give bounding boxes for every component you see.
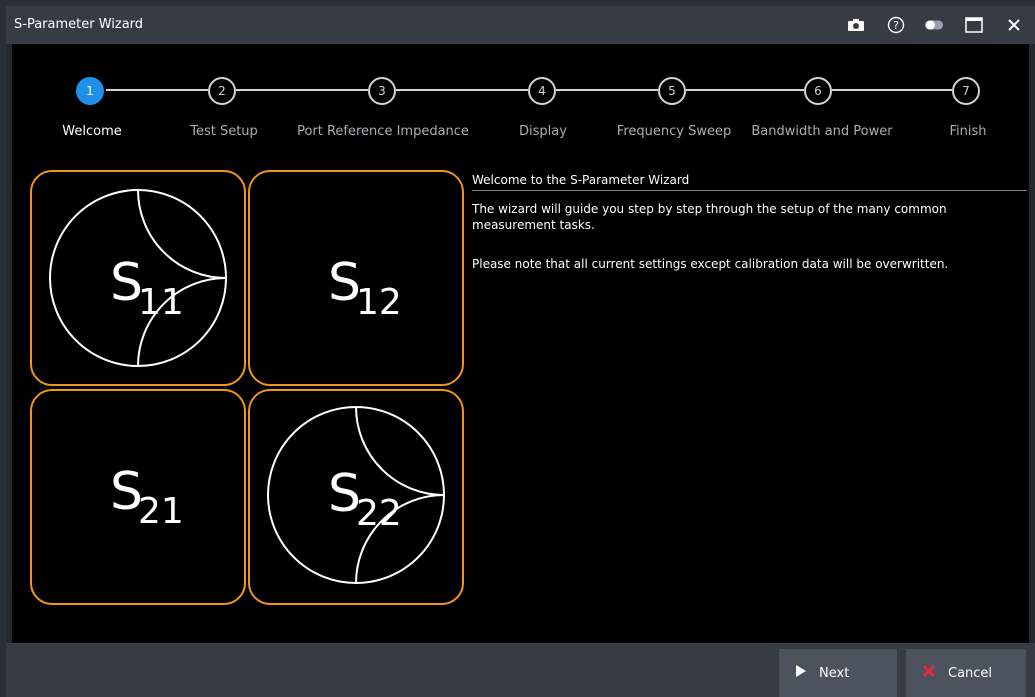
next-button-label: Next — [819, 665, 850, 681]
s22-tile[interactable]: S 22 — [248, 389, 464, 605]
step-connector — [832, 89, 952, 91]
s22-subscript: 22 — [356, 493, 402, 534]
window-title: S-Parameter Wizard — [14, 17, 144, 32]
close-icon[interactable] — [1004, 15, 1024, 35]
s21-subscript: 21 — [138, 491, 184, 532]
info-text-line-2: measurement tasks. — [472, 218, 595, 232]
step-3-circle[interactable]: 3 — [368, 77, 396, 105]
step-1-circle[interactable]: 1 — [76, 77, 104, 105]
step-connector — [106, 89, 208, 91]
info-text-line-3: Please note that all current settings ex… — [472, 257, 949, 271]
step-connector — [686, 89, 804, 91]
title-bar: S-Parameter Wizard ? — [6, 6, 1035, 44]
toggle-icon[interactable] — [924, 15, 944, 35]
step-4-circle[interactable]: 4 — [528, 77, 556, 105]
step-3-label[interactable]: Port Reference Impedance — [297, 124, 469, 139]
info-title: Welcome to the S-Parameter Wizard — [472, 173, 690, 187]
help-icon[interactable]: ? — [886, 15, 906, 35]
cancel-x-icon — [922, 664, 936, 682]
camera-icon[interactable] — [846, 15, 866, 35]
bottom-bar: Next Cancel — [6, 643, 1035, 697]
step-7-circle[interactable]: 7 — [952, 77, 980, 105]
cancel-button-label: Cancel — [948, 665, 993, 681]
step-5-label[interactable]: Frequency Sweep — [617, 124, 731, 139]
s11-tile[interactable]: S 11 — [30, 170, 246, 386]
info-text-line-1: The wizard will guide you step by step t… — [472, 202, 947, 216]
step-2-label[interactable]: Test Setup — [190, 124, 258, 139]
step-7-label[interactable]: Finish — [949, 124, 986, 139]
step-6-label[interactable]: Bandwidth and Power — [751, 124, 892, 139]
step-6-circle[interactable]: 6 — [804, 77, 832, 105]
s21-tile[interactable]: S 21 — [30, 389, 246, 605]
step-progress: 1 2 3 4 5 6 7 Welcome Test Setup Port Re… — [12, 44, 1029, 144]
step-connector — [396, 89, 528, 91]
wizard-window: S-Parameter Wizard ? 1 2 3 4 5 6 7 Welco… — [6, 6, 1035, 697]
s11-subscript: 11 — [138, 282, 184, 323]
s12-subscript: 12 — [356, 282, 402, 323]
next-button[interactable]: Next — [779, 649, 897, 697]
step-2-circle[interactable]: 2 — [208, 77, 236, 105]
step-4-label[interactable]: Display — [519, 124, 567, 139]
play-icon — [795, 664, 807, 682]
cancel-button[interactable]: Cancel — [906, 649, 1026, 697]
wizard-content: 1 2 3 4 5 6 7 Welcome Test Setup Port Re… — [12, 44, 1029, 643]
step-1-label[interactable]: Welcome — [62, 124, 121, 139]
step-5-circle[interactable]: 5 — [658, 77, 686, 105]
info-divider — [472, 190, 1027, 191]
step-connector — [556, 89, 658, 91]
s12-tile[interactable]: S 12 — [248, 170, 464, 386]
maximize-icon[interactable] — [964, 15, 984, 35]
step-connector — [236, 89, 368, 91]
svg-text:?: ? — [893, 19, 899, 32]
